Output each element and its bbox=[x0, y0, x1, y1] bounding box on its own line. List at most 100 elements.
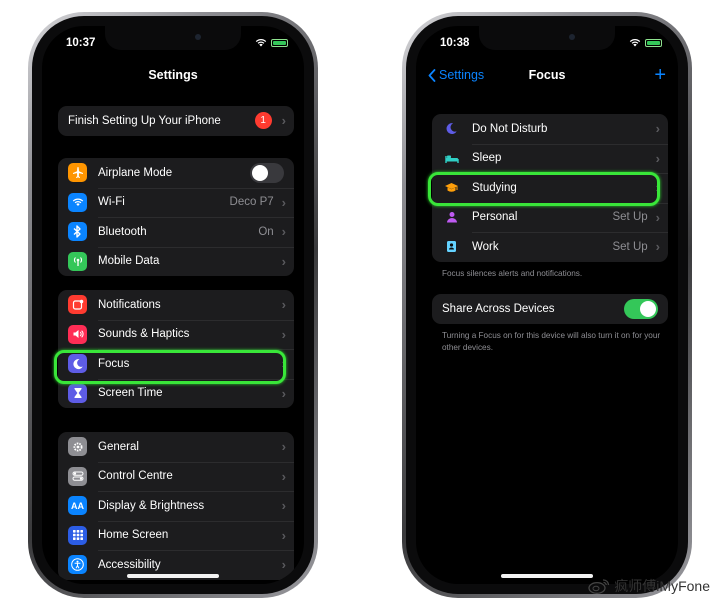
connectivity-group: Airplane Mode Wi-Fi Deco P7 › Bluetooth bbox=[58, 158, 294, 276]
do-not-disturb-label: Do Not Disturb bbox=[472, 122, 548, 135]
bluetooth-value: On bbox=[258, 225, 274, 238]
chevron-right-icon: › bbox=[281, 385, 286, 401]
notifications-group: Notifications › Sounds & Haptics › Focus… bbox=[58, 290, 294, 408]
antenna-icon bbox=[68, 251, 87, 271]
gear-icon bbox=[68, 437, 87, 457]
setup-group: Finish Setting Up Your iPhone 1 › bbox=[58, 106, 294, 136]
status-time: 10:37 bbox=[66, 37, 96, 49]
screen-time-label: Screen Time bbox=[98, 387, 163, 400]
studying-label: Studying bbox=[472, 181, 517, 194]
phone-frame-left: 10:37 Settings Finish Setting Up Your iP… bbox=[28, 12, 318, 598]
chevron-right-icon: › bbox=[655, 121, 660, 137]
notifications-icon bbox=[68, 295, 87, 315]
row-focus[interactable]: Focus › bbox=[58, 349, 294, 379]
home-screen-label: Home Screen bbox=[98, 529, 169, 542]
person-icon bbox=[442, 208, 461, 227]
row-wifi[interactable]: Wi-Fi Deco P7 › bbox=[58, 187, 294, 218]
focus-label: Focus bbox=[98, 357, 130, 370]
share-group: Share Across Devices bbox=[432, 294, 668, 324]
settings-screen: 10:37 Settings Finish Setting Up Your iP… bbox=[42, 26, 304, 584]
battery-charging-icon bbox=[271, 38, 288, 47]
row-airplane-mode[interactable]: Airplane Mode bbox=[58, 158, 294, 188]
row-control-centre[interactable]: Control Centre › bbox=[58, 461, 294, 492]
chevron-right-icon: › bbox=[655, 239, 660, 255]
moon-icon bbox=[442, 119, 461, 138]
finish-setup-row[interactable]: Finish Setting Up Your iPhone 1 › bbox=[58, 106, 294, 136]
row-share-across-devices[interactable]: Share Across Devices bbox=[432, 294, 668, 324]
chevron-right-icon: › bbox=[281, 498, 286, 514]
row-do-not-disturb[interactable]: Do Not Disturb › bbox=[432, 114, 668, 144]
personal-label: Personal bbox=[472, 211, 518, 224]
row-studying[interactable]: Studying › bbox=[432, 173, 668, 203]
focus-modes-group: Do Not Disturb › Sleep › Studying › Pers… bbox=[432, 114, 668, 262]
weibo-logo-icon bbox=[588, 579, 610, 594]
notifications-label: Notifications bbox=[98, 298, 161, 311]
graduation-cap-icon bbox=[442, 178, 461, 197]
watermark: 疯师傅iMyFone bbox=[588, 576, 710, 596]
wifi-status-icon bbox=[629, 38, 641, 47]
chevron-right-icon: › bbox=[655, 150, 660, 166]
wifi-icon bbox=[68, 192, 87, 212]
bluetooth-label: Bluetooth bbox=[98, 225, 147, 238]
row-home-screen[interactable]: Home Screen › bbox=[58, 520, 294, 551]
page-title: Settings bbox=[148, 68, 198, 82]
watermark-text: 疯师傅iMyFone bbox=[614, 578, 710, 594]
home-indicator[interactable] bbox=[501, 574, 593, 578]
personal-setup-value: Set Up bbox=[612, 211, 648, 224]
chevron-right-icon: › bbox=[281, 326, 286, 342]
row-personal[interactable]: Personal Set Up › bbox=[432, 202, 668, 233]
share-across-devices-toggle[interactable] bbox=[624, 298, 658, 319]
airplane-mode-label: Airplane Mode bbox=[98, 166, 173, 179]
general-label: General bbox=[98, 440, 139, 453]
row-display-brightness[interactable]: AA Display & Brightness › bbox=[58, 491, 294, 521]
row-bluetooth[interactable]: Bluetooth On › bbox=[58, 217, 294, 247]
chevron-right-icon: › bbox=[281, 224, 286, 240]
share-across-devices-label: Share Across Devices bbox=[442, 302, 555, 315]
row-work[interactable]: Work Set Up › bbox=[432, 232, 668, 262]
display-brightness-label: Display & Brightness bbox=[98, 499, 205, 512]
control-centre-label: Control Centre bbox=[98, 470, 173, 483]
chevron-right-icon: › bbox=[281, 113, 286, 129]
row-general[interactable]: General › bbox=[58, 432, 294, 462]
row-sleep[interactable]: Sleep › bbox=[432, 143, 668, 174]
home-indicator[interactable] bbox=[127, 574, 219, 578]
wifi-label: Wi-Fi bbox=[98, 196, 125, 209]
chevron-right-icon: › bbox=[281, 439, 286, 455]
phone-frame-right: 10:38 Settings Focus + Do Not Disturb › … bbox=[402, 12, 692, 598]
work-setup-value: Set Up bbox=[612, 240, 648, 253]
badge-icon bbox=[442, 237, 461, 256]
focus-modes-footnote: Focus silences alerts and notifications. bbox=[442, 269, 583, 278]
chevron-right-icon: › bbox=[281, 557, 286, 573]
row-mobile-data[interactable]: Mobile Data › bbox=[58, 246, 294, 277]
notch bbox=[105, 26, 241, 50]
wifi-network-value: Deco P7 bbox=[229, 196, 274, 209]
status-time: 10:38 bbox=[440, 37, 470, 49]
general-group: General › Control Centre › AA Display & … bbox=[58, 432, 294, 580]
aa-icon: AA bbox=[68, 496, 87, 516]
airplane-mode-toggle[interactable] bbox=[250, 162, 284, 183]
battery-charging-icon bbox=[645, 38, 662, 47]
finish-setup-label: Finish Setting Up Your iPhone bbox=[68, 114, 221, 127]
chevron-right-icon: › bbox=[281, 356, 286, 372]
accessibility-icon bbox=[68, 555, 87, 575]
wifi-status-icon bbox=[255, 38, 267, 47]
add-focus-button[interactable]: + bbox=[654, 65, 666, 85]
chevron-right-icon: › bbox=[281, 297, 286, 313]
chevron-right-icon: › bbox=[655, 209, 660, 225]
hourglass-icon bbox=[68, 383, 87, 403]
sleep-label: Sleep bbox=[472, 152, 502, 165]
airplane-icon bbox=[68, 163, 87, 183]
row-sounds-haptics[interactable]: Sounds & Haptics › bbox=[58, 319, 294, 350]
toggles-icon bbox=[68, 466, 87, 486]
chevron-right-icon: › bbox=[281, 468, 286, 484]
row-notifications[interactable]: Notifications › bbox=[58, 290, 294, 320]
page-title: Focus bbox=[528, 68, 566, 82]
mobile-data-label: Mobile Data bbox=[98, 255, 160, 268]
row-screen-time[interactable]: Screen Time › bbox=[58, 378, 294, 409]
grid-icon bbox=[68, 525, 87, 545]
bluetooth-icon bbox=[68, 222, 87, 242]
sounds-haptics-label: Sounds & Haptics bbox=[98, 328, 190, 341]
chevron-right-icon: › bbox=[281, 194, 286, 210]
chevron-right-icon: › bbox=[281, 527, 286, 543]
accessibility-label: Accessibility bbox=[98, 558, 161, 571]
